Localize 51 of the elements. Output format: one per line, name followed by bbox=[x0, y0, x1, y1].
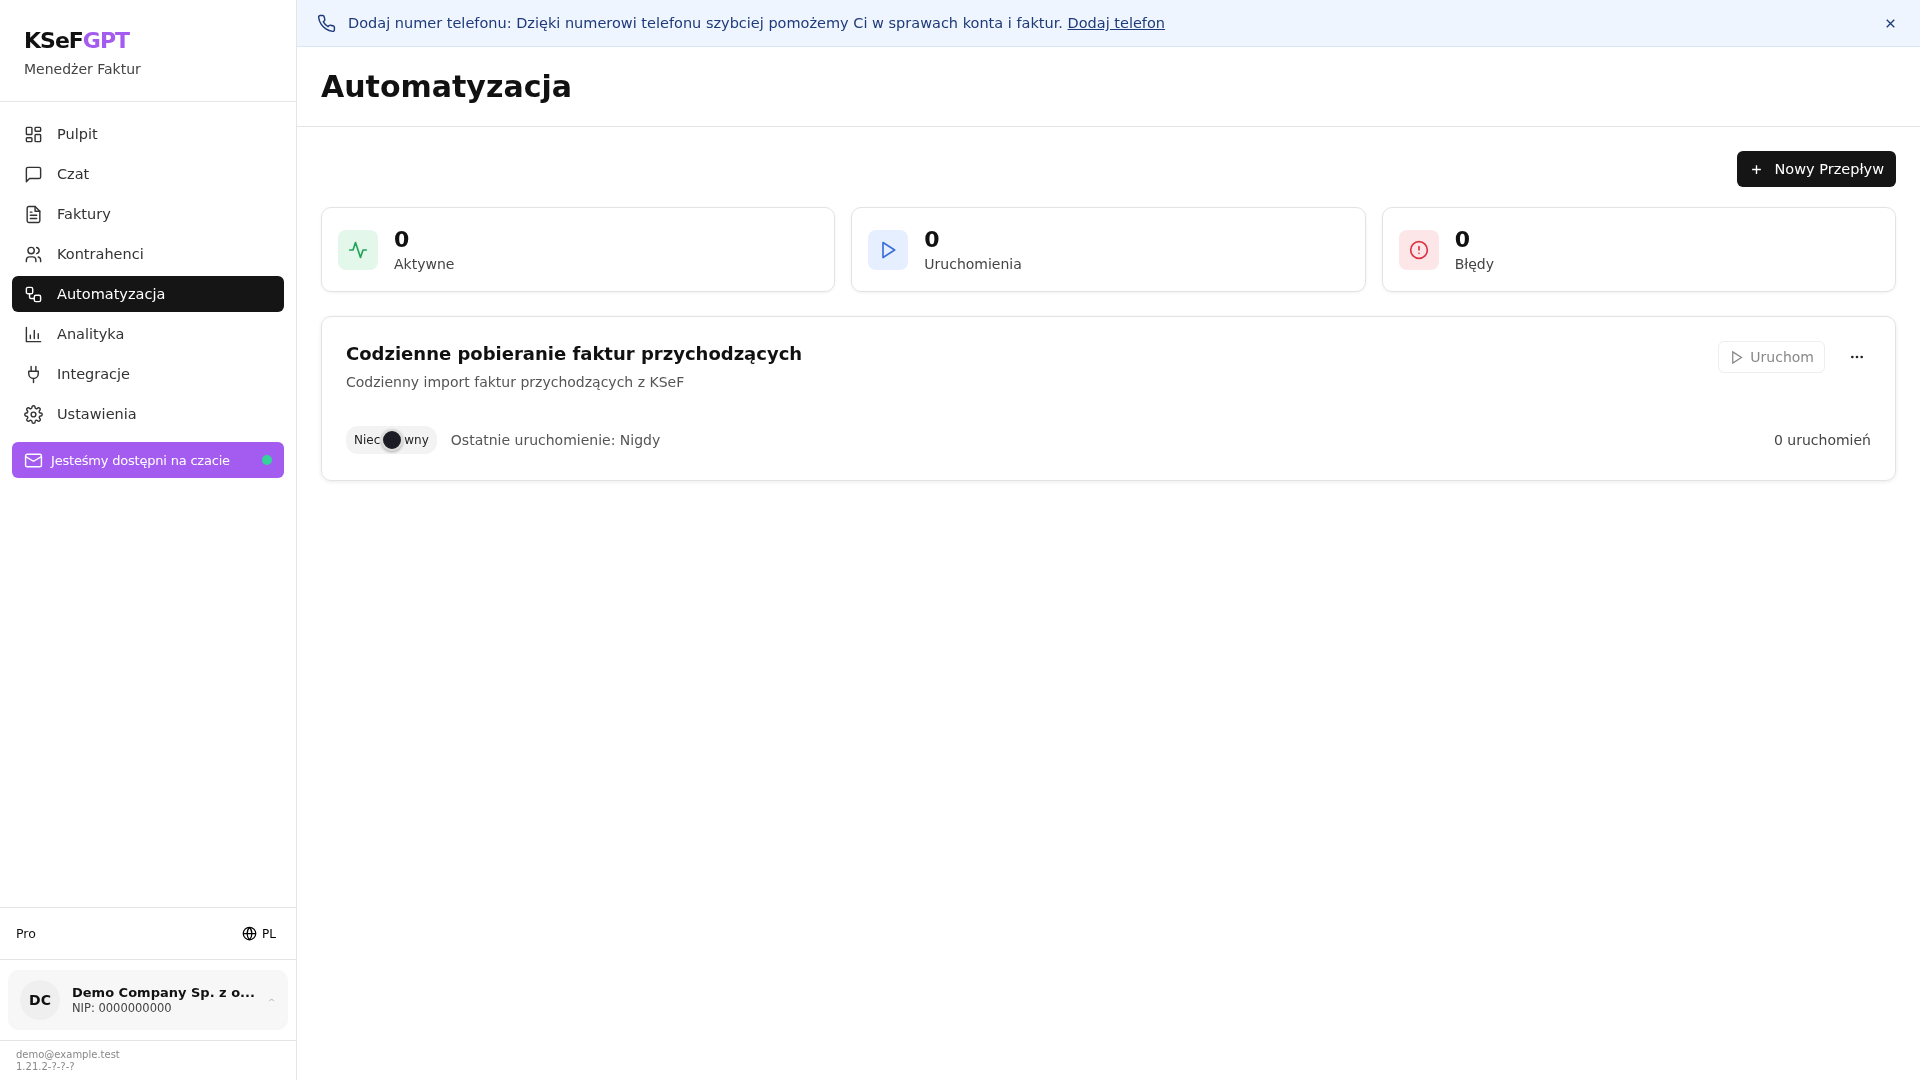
run-count: 0 uruchomień bbox=[1774, 432, 1871, 448]
workflow-description: Codzienny import faktur przychodzących z KSeF bbox=[346, 374, 685, 390]
add-phone-link[interactable]: Dodaj telefon bbox=[1067, 15, 1166, 31]
chat-icon bbox=[24, 164, 43, 184]
nav-item[interactable]: Kontrahenci bbox=[12, 236, 284, 272]
stat-label: Aktywne bbox=[394, 256, 455, 272]
company-switcher[interactable]: DC Demo Company Sp. z o... NIP: 0000000000 bbox=[8, 970, 288, 1030]
plan-label: Pro bbox=[16, 926, 36, 941]
nav-item[interactable]: Automatyzacja bbox=[12, 276, 284, 312]
stat-value: 0 bbox=[394, 227, 410, 252]
activity-icon bbox=[338, 229, 378, 270]
stat-value: 0 bbox=[1454, 227, 1470, 252]
status-text: wny bbox=[404, 433, 429, 447]
company-name: Demo Company Sp. z o... bbox=[72, 985, 255, 1000]
status-text: Niec bbox=[354, 433, 381, 447]
phone-icon bbox=[317, 13, 336, 33]
nav-item[interactable]: Faktury bbox=[12, 196, 284, 232]
page-title: Automatyzacja bbox=[321, 69, 572, 104]
globe-icon bbox=[242, 926, 258, 941]
logo: KSeFGPT bbox=[24, 28, 130, 53]
language-button[interactable]: PL bbox=[238, 924, 280, 943]
document-icon bbox=[24, 204, 43, 224]
alert-icon bbox=[1398, 229, 1439, 270]
workflow-title: Codzienne pobieranie faktur przychodzących bbox=[346, 343, 803, 364]
nav-item[interactable]: Ustawienia bbox=[12, 396, 284, 432]
grid-icon bbox=[24, 124, 43, 144]
new-workflow-button[interactable]: Nowy Przepływ bbox=[1737, 151, 1896, 187]
bar-chart-icon bbox=[24, 324, 43, 344]
company-avatar: DC bbox=[20, 980, 60, 1020]
app-subtitle: Menedżer Faktur bbox=[24, 61, 141, 77]
nav-item[interactable]: Analityka bbox=[12, 316, 284, 352]
stat-value: 0 bbox=[924, 227, 940, 252]
version-label: 1.21.2-?-?-? bbox=[16, 1061, 75, 1072]
company-nip: NIP: 0000000000 bbox=[72, 1001, 172, 1015]
mail-icon bbox=[24, 450, 43, 470]
play-icon bbox=[868, 229, 909, 270]
nav-item[interactable]: Integracje bbox=[12, 356, 284, 392]
chat-button[interactable]: Jesteśmy dostępni na czacie bbox=[12, 442, 284, 478]
workflow-icon bbox=[24, 284, 43, 304]
play-icon bbox=[1729, 349, 1745, 365]
users-icon bbox=[24, 244, 43, 264]
stat-label: Błędy bbox=[1454, 256, 1495, 272]
nav-item[interactable]: Czat bbox=[12, 156, 284, 192]
settings-icon bbox=[24, 404, 43, 424]
toggle-knob[interactable] bbox=[381, 429, 404, 451]
nav-item[interactable]: Pulpit bbox=[12, 116, 284, 152]
user-email: demo@example.test bbox=[16, 1049, 120, 1060]
run-button[interactable]: Uruchom bbox=[1718, 341, 1825, 373]
last-run-text: Ostatnie uruchomienie: Nigdy bbox=[450, 432, 662, 448]
stat-label: Uruchomienia bbox=[924, 256, 1022, 272]
banner-text: Dodaj numer telefonu: Dzięki numerowi telefonu szybciej pomożemy Ci w sprawach konta i faktur. Dodaj telefon bbox=[348, 15, 1167, 31]
